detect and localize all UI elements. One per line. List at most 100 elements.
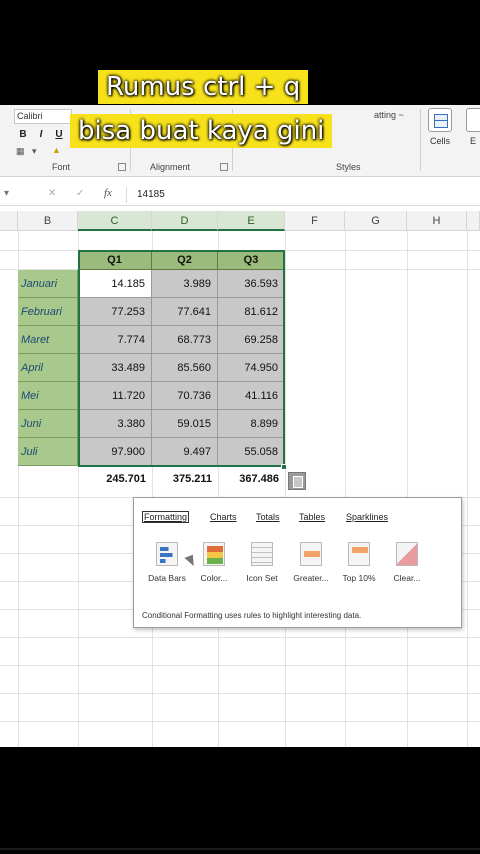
value-cell[interactable]: 85.560	[152, 354, 218, 382]
greater-than-icon[interactable]	[300, 542, 322, 566]
option-clear[interactable]: Clear...	[380, 573, 434, 583]
tab-tables[interactable]: Tables	[299, 512, 325, 522]
enter-icon[interactable]: ✓	[76, 188, 84, 199]
value-cell[interactable]: 69.258	[218, 326, 285, 354]
cells-label: Cells	[430, 136, 451, 146]
value-cell[interactable]: 7.774	[78, 326, 152, 354]
value-cell[interactable]: 36.593	[218, 270, 285, 298]
value-cell[interactable]: 70.736	[152, 382, 218, 410]
italic-button[interactable]: I	[34, 128, 48, 142]
cells-icon[interactable]	[428, 108, 452, 132]
value-cell[interactable]: 74.950	[218, 354, 285, 382]
group-font-label: Font	[52, 162, 71, 172]
tab-totals[interactable]: Totals	[256, 512, 280, 522]
value-cell[interactable]: 8.899	[218, 410, 285, 438]
value-cell[interactable]: 14.185	[78, 270, 152, 298]
grid-line	[407, 231, 408, 747]
alignment-launcher-icon[interactable]	[220, 163, 228, 171]
color-scale-icon[interactable]	[203, 542, 225, 566]
month-cell[interactable]: Maret	[18, 326, 78, 354]
group-alignment-label: Alignment	[150, 162, 191, 172]
group-divider	[420, 109, 421, 171]
column-header[interactable]: C	[78, 211, 152, 231]
select-all-corner[interactable]	[0, 211, 18, 231]
value-cell[interactable]: 77.641	[152, 298, 218, 326]
caption-line-1: Rumus ctrl + q	[98, 70, 309, 104]
value-cell[interactable]: 11.720	[78, 382, 152, 410]
group-styles-label: Styles	[336, 162, 361, 172]
column-header[interactable]: E	[218, 211, 285, 231]
value-cell[interactable]: 68.773	[152, 326, 218, 354]
value-cell[interactable]: 81.612	[218, 298, 285, 326]
formula-divider	[126, 187, 127, 203]
font-name-box[interactable]: Calibri	[14, 109, 72, 124]
column-header[interactable]: F	[285, 211, 345, 231]
top-10-icon[interactable]	[348, 542, 370, 566]
font-launcher-icon[interactable]	[118, 163, 126, 171]
value-cell[interactable]: 9.497	[152, 438, 218, 466]
value-cell[interactable]: 3.380	[78, 410, 152, 438]
month-cell[interactable]: Januari	[18, 270, 78, 298]
fill-color-icon[interactable]: ▲	[52, 145, 61, 155]
month-cell[interactable]: Februari	[18, 298, 78, 326]
excel-window: Calibri B I U ▦ ▾ ▲ Font Alignment attin…	[0, 105, 480, 747]
quick-analysis-panel: Formatting Charts Totals Tables Sparklin…	[133, 497, 462, 628]
total-cell[interactable]: 367.486	[218, 467, 285, 491]
icon-set-icon[interactable]	[251, 542, 273, 566]
editing-label: E	[470, 136, 477, 146]
grid-line	[0, 721, 480, 722]
total-cell[interactable]: 375.211	[152, 467, 218, 491]
grid-line	[467, 231, 468, 747]
value-cell[interactable]: 55.058	[218, 438, 285, 466]
value-cell[interactable]: 3.989	[152, 270, 218, 298]
month-cell[interactable]: Juli	[18, 438, 78, 466]
quick-analysis-button[interactable]	[288, 472, 306, 490]
column-header-partial[interactable]	[467, 211, 480, 231]
borders-icon[interactable]: ▦	[16, 146, 25, 157]
bottom-divider	[0, 848, 480, 850]
option-data-bars[interactable]: Data Bars	[140, 573, 194, 583]
tab-charts[interactable]: Charts	[210, 512, 237, 522]
value-cell[interactable]: 33.489	[78, 354, 152, 382]
grid-line	[285, 231, 286, 747]
column-header[interactable]: B	[18, 211, 78, 231]
total-cell[interactable]: 245.701	[78, 467, 152, 491]
underline-button[interactable]: U	[52, 128, 66, 142]
header-cell-q3[interactable]: Q3	[218, 250, 285, 270]
name-box-dropdown-icon[interactable]: ▾	[4, 188, 9, 199]
clear-format-icon[interactable]	[396, 542, 418, 566]
cancel-icon[interactable]: ✕	[48, 188, 56, 199]
option-top-10[interactable]: Top 10%	[332, 573, 386, 583]
header-cell-q1[interactable]: Q1	[78, 250, 152, 270]
conditional-formatting-partial[interactable]: atting ~	[374, 110, 404, 120]
value-cell[interactable]: 59.015	[152, 410, 218, 438]
value-cell[interactable]: 41.116	[218, 382, 285, 410]
dropdown-icon[interactable]: ▾	[32, 146, 37, 157]
tab-sparklines[interactable]: Sparklines	[346, 512, 388, 522]
option-greater-than[interactable]: Greater...	[284, 573, 338, 583]
header-cell-q2[interactable]: Q2	[152, 250, 218, 270]
caption-line-2: bisa buat kaya gini	[70, 114, 333, 148]
month-cell[interactable]: April	[18, 354, 78, 382]
tab-formatting[interactable]: Formatting	[142, 511, 190, 523]
value-cell[interactable]: 97.900	[78, 438, 152, 466]
fill-handle[interactable]	[281, 464, 287, 470]
grid-line	[0, 665, 480, 666]
bold-button[interactable]: B	[16, 128, 30, 142]
editing-icon[interactable]	[466, 108, 480, 132]
month-cell[interactable]: Juni	[18, 410, 78, 438]
month-cell[interactable]: Mei	[18, 382, 78, 410]
option-icon-set[interactable]: Icon Set	[235, 573, 289, 583]
column-header[interactable]: H	[407, 211, 467, 231]
value-cell[interactable]: 77.253	[78, 298, 152, 326]
formula-input[interactable]: 14185	[137, 189, 165, 200]
grid-line	[0, 637, 480, 638]
column-header[interactable]: G	[345, 211, 407, 231]
column-header[interactable]: D	[152, 211, 218, 231]
quick-analysis-description: Conditional Formatting uses rules to hig…	[142, 611, 362, 620]
grid-line	[345, 231, 346, 747]
insert-function-button[interactable]: fx	[104, 187, 112, 199]
option-color-scale[interactable]: Color...	[187, 573, 241, 583]
data-bars-icon[interactable]	[156, 542, 178, 566]
formula-bar: ▾ ✕ ✓ fx 14185	[0, 184, 480, 206]
